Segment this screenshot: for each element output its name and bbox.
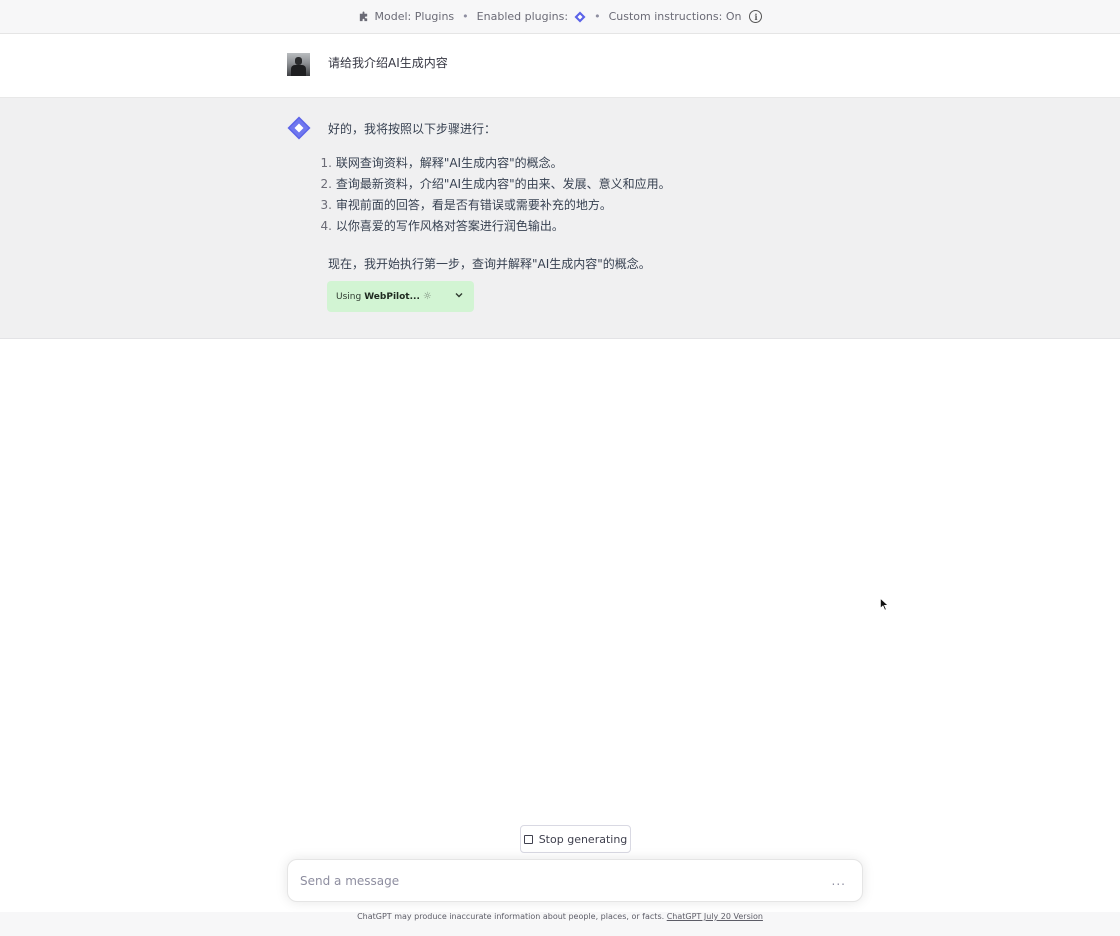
custom-instructions-label: Custom instructions: On <box>608 10 742 23</box>
mouse-cursor-icon <box>880 598 889 611</box>
footer-disclaimer: ChatGPT may produce inaccurate informati… <box>0 912 1120 936</box>
chevron-down-icon <box>455 293 463 298</box>
webpilot-icon <box>287 116 311 140</box>
list-item: 2. 查询最新资料，介绍"AI生成内容"的由来、发展、意义和应用。 <box>320 177 671 191</box>
assistant-message-row: 好的，我将按照以下步骤进行： 1. 联网查询资料，解释"AI生成内容"的概念。 … <box>0 98 1120 339</box>
plugin-name: WebPilot... <box>364 291 420 302</box>
plugins-puzzle-icon <box>359 11 367 22</box>
assistant-status-text: 现在，我开始执行第一步，查询并解释"AI生成内容"的概念。 <box>328 257 651 271</box>
steps-list: 1. 联网查询资料，解释"AI生成内容"的概念。 2. 查询最新资料，介绍"AI… <box>314 155 671 239</box>
user-message-text: 请给我介绍AI生成内容 <box>328 56 448 70</box>
enabled-plugins-label: Enabled plugins: <box>476 10 569 23</box>
info-icon[interactable]: i <box>749 10 763 23</box>
stop-generating-button[interactable]: Stop generating <box>520 825 631 853</box>
separator-dot: • <box>594 10 601 23</box>
message-composer: ... <box>287 859 863 902</box>
list-item: 1. 联网查询资料，解释"AI生成内容"的概念。 <box>320 156 563 170</box>
stop-generating-label: Stop generating <box>538 832 628 846</box>
message-input[interactable] <box>288 860 862 901</box>
model-info-bar: Model: Plugins • Enabled plugins: • Cust… <box>0 0 1120 34</box>
assistant-intro-text: 好的，我将按照以下步骤进行： <box>328 122 497 136</box>
avatar <box>287 53 310 76</box>
plugin-status-prefix: Using <box>336 291 362 302</box>
disclaimer-text: ChatGPT may produce inaccurate informati… <box>357 912 665 921</box>
model-label: Model: Plugins <box>374 10 455 23</box>
user-message-row: 请给我介绍AI生成内容 <box>0 34 1120 98</box>
webpilot-icon <box>574 11 586 22</box>
list-item: 4. 以你喜爱的写作风格对答案进行润色输出。 <box>320 219 564 233</box>
loading-spinner-icon: ☼ <box>422 291 432 302</box>
plugin-status-toggle[interactable]: Using WebPilot... ☼ <box>327 281 474 312</box>
stop-square-icon <box>523 834 533 844</box>
separator-dot: • <box>462 10 469 23</box>
version-link[interactable]: ChatGPT July 20 Version <box>667 912 763 921</box>
more-dots-icon: ... <box>831 874 846 888</box>
list-item: 3. 审视前面的回答，看是否有错误或需要补充的地方。 <box>320 198 612 212</box>
